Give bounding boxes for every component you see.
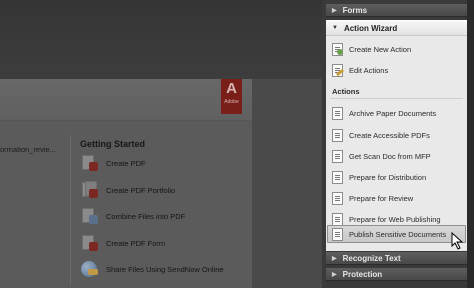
protection-section-header[interactable]: ▶ Protection (326, 268, 467, 281)
action-list-icon (332, 149, 343, 163)
create-pdf-icon (80, 154, 100, 172)
pdf-portfolio-icon (80, 181, 100, 199)
expand-right-icon: ▶ (332, 255, 337, 262)
divider (70, 135, 71, 285)
action-list-icon (332, 170, 343, 184)
sendnow-label: Share Files Using SendNow Online (106, 264, 224, 274)
collapse-down-icon: ▼ (332, 25, 338, 31)
action-get-scan-doc[interactable]: Get Scan Doc from MFP (332, 147, 465, 165)
create-new-action-button[interactable]: Create New Action (332, 40, 465, 58)
sendnow-globe-icon (80, 260, 100, 278)
action-wizard-section-header[interactable]: ▼ Action Wizard (326, 20, 467, 36)
create-pdf-portfolio-link[interactable]: Create PDF Portfolio (80, 181, 175, 199)
create-pdf-form-link[interactable]: Create PDF Form (80, 234, 165, 252)
combine-files-label: Combine Files into PDF (106, 211, 186, 221)
pdf-form-icon (80, 234, 100, 252)
create-pdf-form-label: Create PDF Form (106, 238, 166, 248)
actions-heading: Actions (332, 87, 360, 96)
pane-scrollbar[interactable] (467, 0, 474, 288)
forms-section-header[interactable]: ▶ Forms (326, 4, 467, 17)
adobe-logo: A Adobe (221, 79, 242, 114)
create-pdf-label: Create PDF (106, 158, 146, 168)
combine-files-icon (80, 207, 100, 225)
welcome-header: A Adobe (0, 79, 252, 121)
action-list-icon (332, 128, 343, 142)
combine-files-link[interactable]: Combine Files into PDF (80, 207, 185, 225)
sendnow-link[interactable]: Share Files Using SendNow Online (80, 260, 224, 278)
action-prepare-for-review[interactable]: Prepare for Review (332, 189, 465, 207)
divider (330, 98, 463, 99)
action-list-icon (332, 212, 343, 226)
action-create-accessible-pdfs[interactable]: Create Accessible PDFs (332, 126, 465, 144)
mouse-cursor-icon (451, 232, 464, 250)
recent-file-item[interactable]: ormation_revie... (0, 145, 56, 154)
edit-actions-icon (332, 63, 343, 77)
action-list-icon (332, 106, 343, 120)
edit-actions-button[interactable]: Edit Actions (332, 61, 465, 79)
action-publish-sensitive-documents[interactable]: Publish Sensitive Documents (327, 225, 466, 243)
action-list-icon (332, 227, 343, 241)
create-pdf-link[interactable]: Create PDF (80, 154, 146, 172)
create-pdf-portfolio-label: Create PDF Portfolio (106, 185, 176, 195)
expand-right-icon: ▶ (332, 7, 337, 14)
recognize-text-section-header[interactable]: ▶ Recognize Text (326, 252, 467, 265)
action-list-icon (332, 191, 343, 205)
action-prepare-for-distribution[interactable]: Prepare for Distribution (332, 168, 465, 186)
expand-right-icon: ▶ (332, 271, 337, 278)
app-background (0, 0, 322, 79)
getting-started-title: Getting Started (80, 139, 146, 149)
new-action-icon (332, 42, 343, 56)
action-archive-paper-documents[interactable]: Archive Paper Documents (332, 104, 465, 122)
